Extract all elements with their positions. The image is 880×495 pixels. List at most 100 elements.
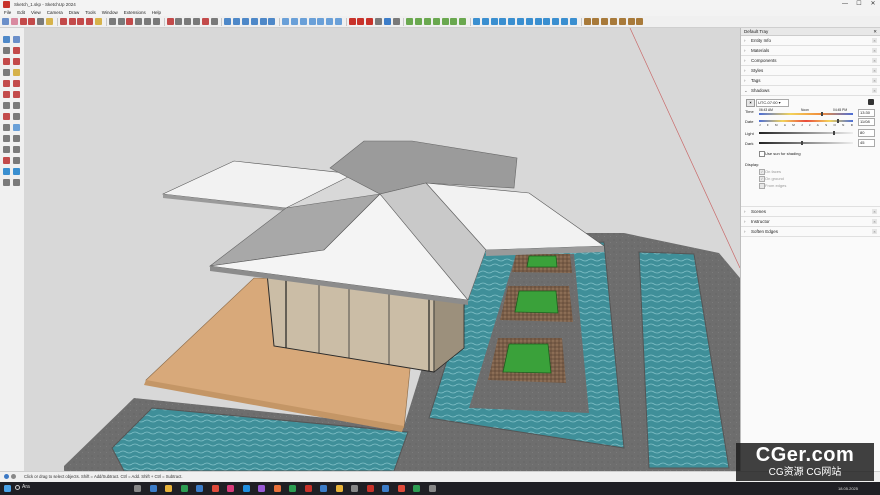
light-slider[interactable] bbox=[759, 132, 853, 134]
menu-file[interactable]: File bbox=[4, 10, 11, 15]
offset-icon[interactable] bbox=[86, 18, 94, 25]
palette-tool-icon[interactable] bbox=[3, 179, 10, 186]
timezone-select[interactable]: UTC-07:00 ▾ bbox=[756, 99, 789, 107]
back-view-icon[interactable] bbox=[259, 18, 267, 25]
taskbar-app-icon[interactable] bbox=[397, 485, 405, 492]
extension-1-icon[interactable] bbox=[583, 18, 591, 25]
taskbar-app-icon[interactable] bbox=[227, 485, 234, 492]
status-geo-icon[interactable] bbox=[11, 474, 16, 479]
palette-tool-icon[interactable] bbox=[13, 80, 20, 87]
taskbar-search[interactable]: Ara bbox=[22, 484, 30, 490]
section-cuts-icon[interactable] bbox=[543, 18, 551, 25]
palette-tool-icon[interactable] bbox=[13, 69, 20, 76]
arc-icon[interactable] bbox=[28, 18, 36, 25]
panel-shadows[interactable]: ⌄ Shadows × bbox=[741, 86, 880, 96]
palette-tool-icon[interactable] bbox=[3, 135, 10, 142]
light-slider-thumb[interactable] bbox=[833, 131, 835, 135]
smoove-icon[interactable] bbox=[424, 18, 432, 25]
back-edges-icon[interactable] bbox=[290, 18, 298, 25]
protractor-icon[interactable] bbox=[117, 18, 125, 25]
trim-icon[interactable] bbox=[508, 18, 516, 25]
palette-tool-icon[interactable] bbox=[3, 91, 10, 98]
extension-4-icon[interactable] bbox=[610, 18, 617, 25]
section-plane-icon[interactable] bbox=[525, 18, 533, 25]
zoom-extents-icon[interactable] bbox=[201, 18, 209, 25]
panel-close-icon[interactable]: × bbox=[872, 48, 877, 53]
time-slider[interactable] bbox=[759, 113, 853, 115]
panel-instructor[interactable]: › Instructor × bbox=[741, 217, 880, 227]
menu-camera[interactable]: Camera bbox=[47, 10, 63, 15]
palette-tool-icon[interactable] bbox=[13, 168, 20, 175]
panel-materials[interactable]: › Materials × bbox=[741, 46, 880, 56]
taskbar-app-icon[interactable] bbox=[304, 485, 312, 492]
taskbar-app-icon[interactable] bbox=[196, 485, 203, 492]
palette-tool-icon[interactable] bbox=[13, 58, 20, 65]
extension-6-icon[interactable] bbox=[627, 18, 635, 25]
taskbar-app-icon[interactable] bbox=[289, 485, 296, 492]
drape-icon[interactable] bbox=[441, 18, 449, 25]
taskbar-app-icon[interactable] bbox=[258, 485, 265, 492]
tape-measure-icon[interactable] bbox=[108, 18, 116, 25]
palette-tool-icon[interactable] bbox=[13, 102, 20, 109]
time-field[interactable]: 13:30 bbox=[858, 109, 875, 117]
menu-extensions[interactable]: Extensions bbox=[124, 10, 146, 15]
taskbar-app-icon[interactable] bbox=[149, 485, 157, 492]
palette-tool-icon[interactable] bbox=[3, 113, 10, 120]
share-model-icon[interactable] bbox=[366, 18, 374, 25]
follow-me-icon[interactable] bbox=[94, 18, 102, 25]
panel-scenes[interactable]: › Scenes × bbox=[741, 207, 880, 217]
walk-icon[interactable] bbox=[561, 18, 569, 25]
rotate-icon[interactable] bbox=[68, 18, 76, 25]
menu-tools[interactable]: Tools bbox=[85, 10, 96, 15]
panel-entity-info[interactable]: › Entity Info × bbox=[741, 36, 880, 46]
text-icon[interactable] bbox=[143, 18, 151, 25]
panel-close-icon[interactable]: × bbox=[872, 68, 877, 73]
intersect-icon[interactable] bbox=[481, 18, 489, 25]
taskbar-app-icon[interactable] bbox=[428, 485, 436, 492]
taskbar-search-icon[interactable] bbox=[15, 485, 20, 490]
extension-7-icon[interactable] bbox=[636, 18, 644, 25]
flip-edge-icon[interactable] bbox=[459, 18, 467, 25]
maximize-button[interactable]: ☐ bbox=[852, 0, 866, 9]
wireframe-icon[interactable] bbox=[299, 18, 307, 25]
orbit-icon[interactable] bbox=[166, 18, 174, 25]
palette-tool-icon[interactable] bbox=[3, 36, 10, 43]
palette-tool-icon[interactable] bbox=[3, 168, 10, 175]
panel-close-icon[interactable]: × bbox=[872, 229, 877, 234]
panel-styles[interactable]: › Styles × bbox=[741, 66, 880, 76]
panel-close-icon[interactable]: × bbox=[872, 209, 877, 214]
menu-window[interactable]: Window bbox=[102, 10, 118, 15]
palette-tool-icon[interactable] bbox=[13, 36, 20, 43]
palette-tool-icon[interactable] bbox=[3, 80, 10, 87]
menu-draw[interactable]: Draw bbox=[69, 10, 80, 15]
panel-soften-edges[interactable]: › Soften Edges × bbox=[741, 227, 880, 237]
taskbar-app-icon[interactable] bbox=[134, 485, 141, 492]
palette-tool-icon[interactable] bbox=[13, 113, 20, 120]
extension-2-icon[interactable] bbox=[592, 18, 600, 25]
palette-tool-icon[interactable] bbox=[13, 91, 20, 98]
palette-tool-icon[interactable] bbox=[3, 69, 10, 76]
shadow-toggle-icon[interactable]: ☀ bbox=[746, 99, 755, 107]
zoom-icon[interactable] bbox=[184, 18, 192, 25]
palette-tool-icon[interactable] bbox=[13, 179, 20, 186]
zoom-window-icon[interactable] bbox=[192, 18, 200, 25]
front-view-icon[interactable] bbox=[241, 18, 249, 25]
add-detail-icon[interactable] bbox=[450, 18, 458, 25]
palette-tool-icon[interactable] bbox=[3, 124, 10, 131]
eraser-icon[interactable] bbox=[10, 18, 18, 25]
axes-icon[interactable] bbox=[126, 18, 134, 25]
tray-close-icon[interactable]: ✕ bbox=[873, 28, 877, 35]
taskbar-app-icon[interactable] bbox=[242, 485, 250, 492]
layout-icon[interactable] bbox=[383, 18, 391, 25]
split-icon[interactable] bbox=[517, 18, 525, 25]
display-shadows-icon[interactable] bbox=[868, 99, 874, 105]
dark-slider-thumb[interactable] bbox=[801, 141, 803, 145]
palette-tool-icon[interactable] bbox=[13, 124, 20, 131]
stamp-icon[interactable] bbox=[432, 18, 440, 25]
shaded-icon[interactable] bbox=[317, 18, 325, 25]
rectangle-icon[interactable] bbox=[37, 18, 45, 25]
palette-tool-icon[interactable] bbox=[13, 146, 20, 153]
palette-tool-icon[interactable] bbox=[3, 146, 10, 153]
solid-outer-shell-icon[interactable] bbox=[473, 18, 481, 25]
palette-tool-icon[interactable] bbox=[3, 157, 10, 164]
